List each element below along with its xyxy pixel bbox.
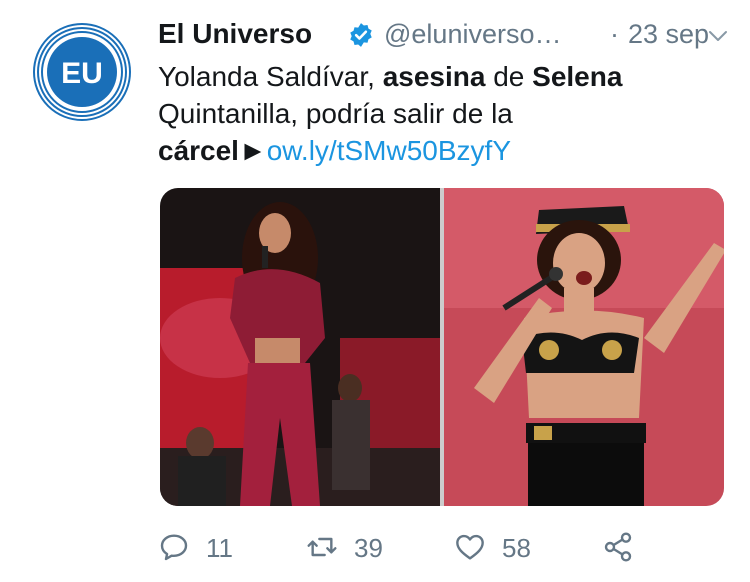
author-handle[interactable]: @eluniverso… bbox=[384, 19, 561, 50]
tweet-text: Yolanda Saldívar, asesina de Selena Quin… bbox=[158, 58, 718, 169]
reply-icon bbox=[160, 534, 188, 561]
tweet-link[interactable]: ow.ly/tSMw50BzyfY bbox=[267, 135, 511, 166]
text-bold-part: cárcel bbox=[158, 135, 239, 166]
chevron-down-icon[interactable] bbox=[706, 24, 730, 48]
photo-left[interactable] bbox=[160, 188, 440, 506]
tweet-header: El Universo @eluniverso… · 23 sep bbox=[158, 10, 738, 50]
text-part: Yolanda Saldívar, bbox=[158, 61, 383, 92]
text-part: de bbox=[485, 61, 533, 92]
reply-count: 11 bbox=[206, 533, 233, 563]
share-icon bbox=[604, 532, 632, 562]
retweet-count: 39 bbox=[354, 533, 383, 563]
timestamp[interactable]: 23 sep bbox=[628, 19, 709, 50]
retweet-icon bbox=[307, 537, 337, 557]
verified-badge-icon bbox=[350, 23, 372, 47]
like-count: 58 bbox=[502, 533, 531, 563]
media-grid[interactable] bbox=[160, 188, 724, 506]
photo-right[interactable] bbox=[444, 188, 724, 506]
text-part: Quintanilla, podría salir de la bbox=[158, 98, 513, 129]
heart-icon bbox=[456, 534, 484, 560]
text-bold-part: asesina bbox=[382, 61, 486, 92]
avatar[interactable]: EU bbox=[32, 22, 132, 122]
arrow-glyph: ► bbox=[238, 135, 267, 166]
author-name[interactable]: El Universo bbox=[158, 18, 312, 50]
separator-dot: · bbox=[610, 19, 619, 49]
avatar-text: EU bbox=[61, 57, 103, 90]
text-bold-part: Selena bbox=[532, 61, 623, 92]
tweet[interactable]: EU El Universo @eluniverso… · 23 sep Yol… bbox=[0, 0, 750, 582]
el-universo-logo: EU bbox=[33, 23, 131, 121]
tweet-actions: 11 39 58 bbox=[158, 525, 718, 569]
